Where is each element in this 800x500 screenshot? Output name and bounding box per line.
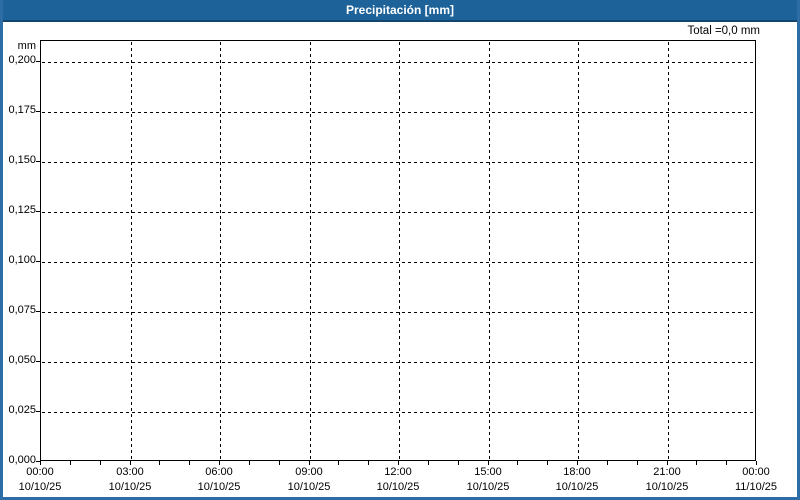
y-tick-label: 0,075 (8, 304, 36, 316)
x-axis-tick (130, 461, 131, 465)
x-tick-date-label: 10/10/25 (287, 481, 331, 493)
x-tick-date-label: 10/10/25 (555, 481, 599, 493)
y-axis-unit-label: mm (17, 40, 36, 52)
gridline-vertical (131, 42, 132, 461)
y-axis-tick (36, 261, 40, 262)
x-axis-tick (100, 461, 101, 465)
x-tick-time-label: 21:00 (653, 466, 681, 478)
x-tick-time-label: 06:00 (205, 466, 233, 478)
x-tick-date-label: 10/10/25 (645, 481, 689, 493)
y-tick-label: 0,125 (8, 204, 36, 216)
x-axis-tick (279, 461, 280, 465)
plot-area (40, 40, 756, 461)
x-axis-tick (517, 461, 518, 465)
x-axis-tick (159, 461, 160, 465)
gridline-vertical (489, 42, 490, 461)
x-axis-tick (577, 461, 578, 465)
x-tick-time-label: 09:00 (295, 466, 323, 478)
chart-window: Precipitación [mm] Total =0,0 mm mm 0,00… (0, 0, 800, 500)
x-axis-tick (547, 461, 548, 465)
y-tick-label: 0,150 (8, 154, 36, 166)
x-axis-tick (488, 461, 489, 465)
gridline-vertical (220, 42, 221, 461)
y-axis-tick (36, 161, 40, 162)
x-axis-tick (726, 461, 727, 465)
y-axis-tick (36, 311, 40, 312)
gridline-vertical (399, 42, 400, 461)
total-label: Total =0,0 mm (687, 25, 760, 37)
x-axis-tick (607, 461, 608, 465)
chart-title: Precipitación [mm] (345, 3, 455, 17)
x-tick-date-label: 10/10/25 (18, 481, 62, 493)
x-tick-date-label: 10/10/25 (108, 481, 152, 493)
x-axis-tick (219, 461, 220, 465)
y-axis-tick (36, 61, 40, 62)
x-tick-time-label: 15:00 (474, 466, 502, 478)
x-tick-time-label: 00:00 (26, 466, 54, 478)
gridline-vertical (578, 42, 579, 461)
x-tick-date-label: 10/10/25 (197, 481, 241, 493)
x-tick-date-label: 10/10/25 (466, 481, 510, 493)
x-axis-tick (249, 461, 250, 465)
y-axis-tick (36, 111, 40, 112)
x-tick-time-label: 03:00 (116, 466, 144, 478)
x-axis-tick (70, 461, 71, 465)
x-axis-tick (637, 461, 638, 465)
x-axis-tick (696, 461, 697, 465)
x-axis-tick (756, 461, 757, 465)
x-tick-date-label: 10/10/25 (376, 481, 420, 493)
y-tick-label: 0,025 (8, 404, 36, 416)
y-axis-tick (36, 361, 40, 362)
y-axis-tick (36, 211, 40, 212)
x-axis-tick (398, 461, 399, 465)
x-axis-tick (40, 461, 41, 465)
chart-title-bar: Precipitación [mm] (0, 0, 800, 22)
x-axis-tick (189, 461, 190, 465)
y-axis-tick (36, 411, 40, 412)
x-tick-date-label: 11/10/25 (734, 481, 777, 493)
x-axis-tick (309, 461, 310, 465)
x-axis-tick (338, 461, 339, 465)
x-tick-time-label: 00:00 (742, 466, 770, 478)
gridline-vertical (310, 42, 311, 461)
x-tick-time-label: 18:00 (563, 466, 591, 478)
x-tick-time-label: 12:00 (384, 466, 412, 478)
x-axis-tick (368, 461, 369, 465)
y-tick-label: 0,050 (8, 354, 36, 366)
x-axis-tick (428, 461, 429, 465)
y-tick-label: 0,100 (8, 254, 36, 266)
y-tick-label: 0,200 (8, 54, 36, 66)
x-axis-tick (458, 461, 459, 465)
window-border-left (0, 0, 3, 500)
x-axis-tick (667, 461, 668, 465)
gridline-vertical (668, 42, 669, 461)
y-tick-label: 0,175 (8, 104, 36, 116)
